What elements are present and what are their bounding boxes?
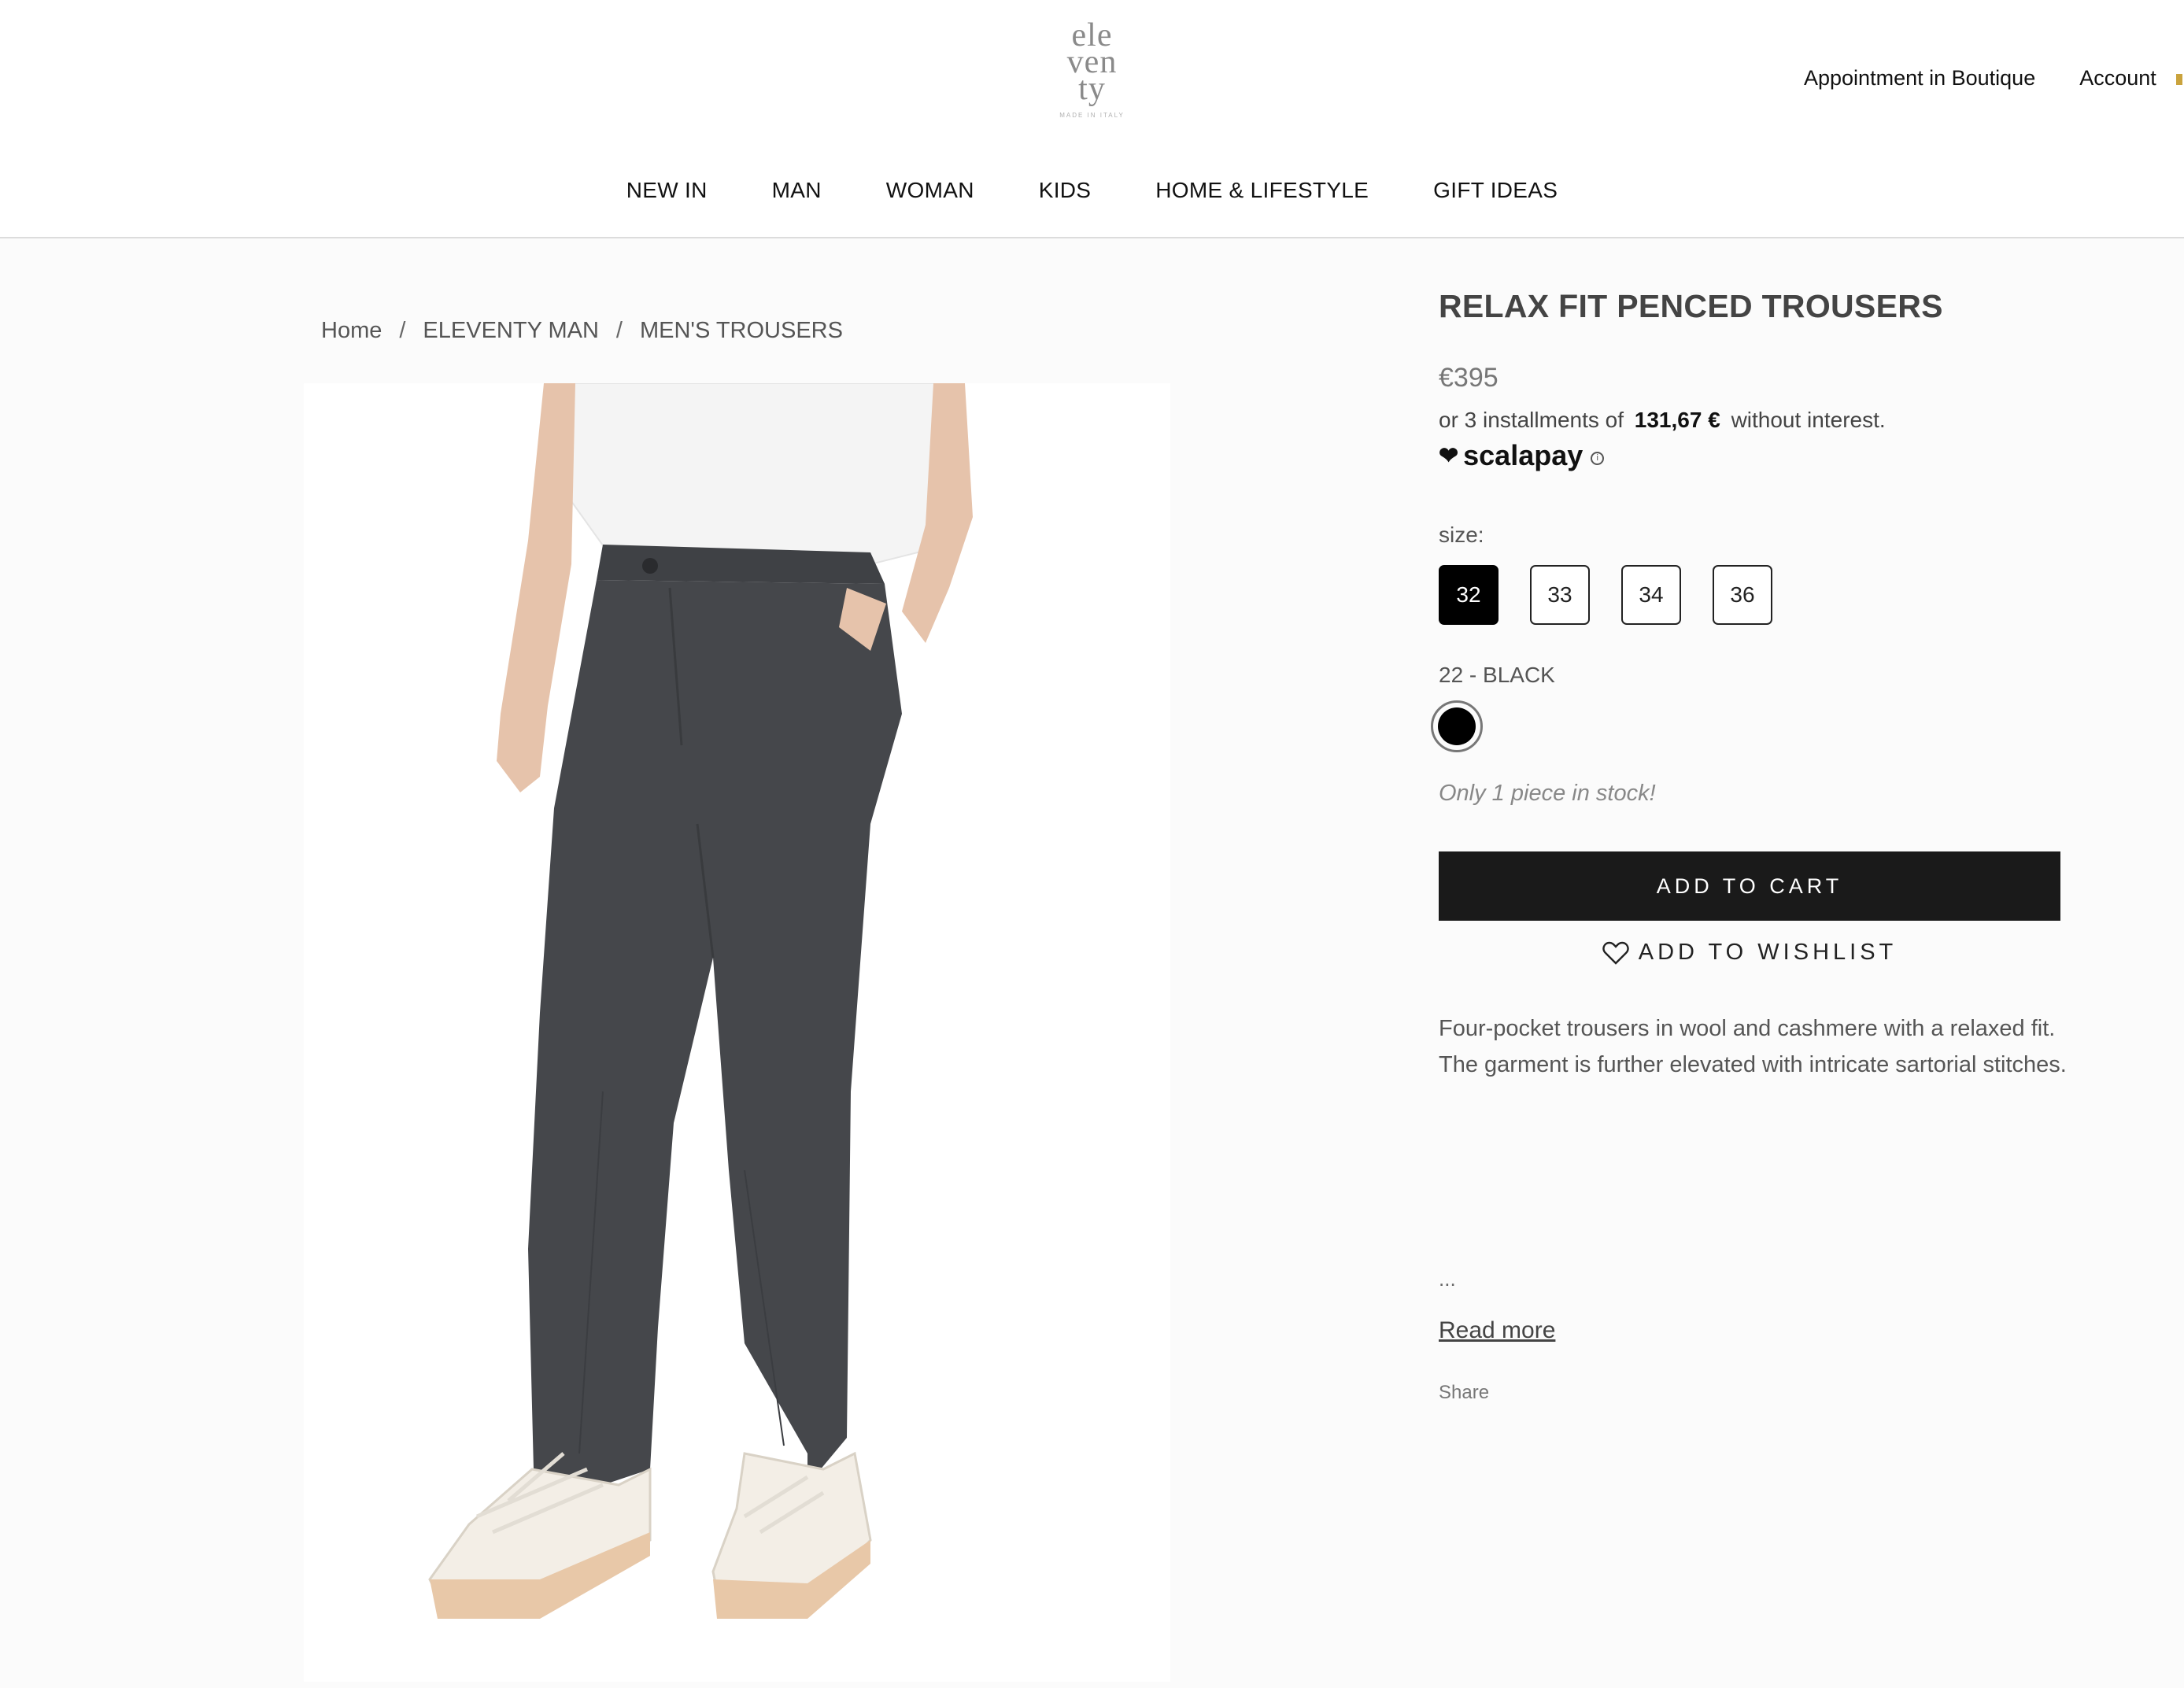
size-option-32[interactable]: 32: [1439, 565, 1498, 625]
color-swatch-fill: [1438, 707, 1476, 745]
nav-item-woman[interactable]: WOMAN: [886, 178, 974, 203]
heart-icon: ❤: [1439, 442, 1459, 469]
size-option-33[interactable]: 33: [1530, 565, 1590, 625]
breadcrumb-eleventy-man[interactable]: ELEVENTY MAN: [423, 318, 598, 344]
trousers-photo: [304, 383, 1170, 1682]
breadcrumb-mens-trousers[interactable]: MEN'S TROUSERS: [640, 318, 843, 344]
wishlist-label: ADD TO WISHLIST: [1638, 940, 1898, 965]
color-label: 22 - BLACK: [1439, 663, 1555, 687]
size-option-36[interactable]: 36: [1713, 565, 1772, 625]
stock-message: Only 1 piece in stock!: [1439, 781, 1656, 806]
installments-info: or 3 installments of 131,67 € without in…: [1439, 408, 1886, 433]
main-nav: NEW IN MAN WOMAN KIDS HOME & LIFESTYLE G…: [0, 178, 2184, 203]
header-top-links: Appointment in Boutique Account: [1804, 66, 2156, 90]
nav-item-home-lifestyle[interactable]: HOME & LIFESTYLE: [1155, 178, 1369, 203]
read-more-link[interactable]: Read more: [1439, 1317, 1555, 1344]
nav-item-kids[interactable]: KIDS: [1039, 178, 1092, 203]
nav-item-new-in[interactable]: NEW IN: [626, 178, 708, 203]
scalapay-label: scalapay: [1463, 439, 1583, 471]
product-price: €395: [1439, 363, 1498, 393]
cart-icon[interactable]: [2176, 74, 2182, 85]
size-option-34[interactable]: 34: [1621, 565, 1681, 625]
heart-outline-icon: [1602, 941, 1629, 965]
logo-line-3: ty: [1078, 71, 1106, 107]
breadcrumb-separator: /: [399, 318, 406, 343]
product-image[interactable]: [304, 383, 1170, 1682]
nav-item-gift-ideas[interactable]: GIFT IDEAS: [1433, 178, 1558, 203]
breadcrumb-home[interactable]: Home: [321, 318, 382, 344]
add-to-cart-button[interactable]: ADD TO CART: [1439, 851, 2060, 921]
installments-prefix: or 3 installments of: [1439, 408, 1624, 432]
breadcrumb-separator: /: [615, 318, 623, 343]
info-icon[interactable]: i: [1591, 451, 1605, 465]
account-link[interactable]: Account: [2079, 66, 2156, 90]
appointment-link[interactable]: Appointment in Boutique: [1804, 66, 2035, 90]
breadcrumb: Home / ELEVENTY MAN / MEN'S TROUSERS: [321, 318, 843, 344]
product-title: RELAX FIT PENCED TROUSERS: [1439, 288, 1943, 324]
share-link[interactable]: Share: [1439, 1382, 1489, 1404]
description-ellipsis: ...: [1439, 1267, 1456, 1291]
installments-suffix: without interest.: [1731, 408, 1886, 432]
installments-amount: 131,67 €: [1634, 408, 1720, 432]
add-to-wishlist-button[interactable]: ADD TO WISHLIST: [1439, 940, 2060, 966]
scalapay-badge[interactable]: ❤ scalapay i: [1439, 439, 1605, 472]
site-header: ele ven ty MADE IN ITALY Appointment in …: [0, 0, 2184, 238]
size-label: size:: [1439, 523, 1484, 547]
logo-tagline: MADE IN ITALY: [1059, 112, 1125, 119]
size-selector: 32 33 34 36: [1439, 565, 1772, 625]
brand-logo[interactable]: ele ven ty MADE IN ITALY: [1047, 19, 1137, 136]
nav-item-man[interactable]: MAN: [772, 178, 822, 203]
color-swatch-black[interactable]: [1431, 700, 1483, 752]
product-description: Four-pocket trousers in wool and cashmer…: [1439, 1016, 2067, 1077]
